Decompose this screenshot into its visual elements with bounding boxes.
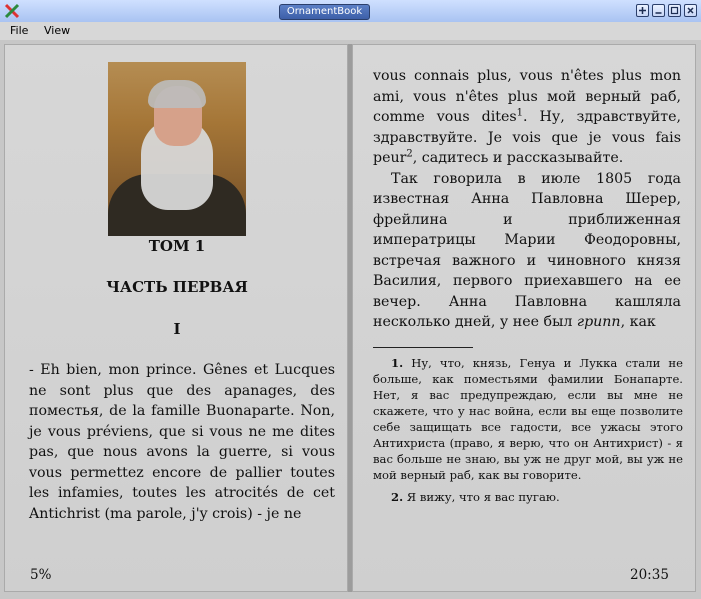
menu-bar: File View [0,22,701,41]
chapter-heading: I [173,320,181,338]
right-page[interactable]: vous connais plus, vous n'êtes plus mon … [352,44,696,592]
window-title: OrnamentBook [279,4,370,20]
author-portrait [108,62,246,236]
x-logo-icon[interactable] [4,3,20,19]
footnote-1-number: 1. [391,356,404,370]
right-text: vous connais plus, vous n'êtes plus mon … [373,66,681,333]
restore-button[interactable] [668,4,681,17]
footnote-1-text: Ну, что, князь, Генуа и Лукка стали не б… [373,356,683,482]
close-button[interactable] [684,4,697,17]
right-paragraph-1: vous connais plus, vous n'êtes plus mon … [373,66,681,169]
left-paragraph: - Eh bien, mon prince. Gênes et Lucques … [29,362,335,522]
volume-heading: ТОМ 1 [148,237,206,255]
footnote-2-text: Я вижу, что я вас пугаю. [403,490,560,504]
title-bar[interactable]: OrnamentBook [0,0,701,23]
reading-progress: 5% [30,567,52,583]
footnote-2: 2. Я вижу, что я вас пугаю. [373,489,683,505]
right-para1-part-c: , садитесь и рассказывайте. [412,150,624,166]
footnote-2-number: 2. [391,490,404,504]
menu-file[interactable]: File [10,24,28,37]
right-para2-part-a: Так говорила в июле 1805 года известная … [373,170,681,331]
plus-icon [639,7,646,14]
part-heading: ЧАСТЬ ПЕРВАЯ [106,278,248,296]
minimize-button[interactable] [652,4,665,17]
left-page[interactable]: ТОМ 1 ЧАСТЬ ПЕРВАЯ I - Eh bien, mon prin… [4,44,348,592]
right-para2-part-b: , как [620,314,656,330]
clock: 20:35 [630,567,669,583]
minimize-icon [655,12,662,14]
add-window-button[interactable] [636,4,649,17]
footnotes: 1. Ну, что, князь, Генуа и Лукка стали н… [373,355,683,505]
right-paragraph-2: Так говорила в июле 1805 года известная … [373,169,681,333]
portrait-hair [148,80,206,108]
menu-view[interactable]: View [44,24,70,37]
window-controls [636,4,697,17]
footnote-divider [373,347,473,348]
restore-icon [670,6,679,15]
footnote-1: 1. Ну, что, князь, Генуа и Лукка стали н… [373,355,683,483]
book-view: ТОМ 1 ЧАСТЬ ПЕРВАЯ I - Eh bien, mon prin… [0,40,701,599]
right-para2-italic: грипп [576,314,621,330]
close-icon [687,7,694,14]
